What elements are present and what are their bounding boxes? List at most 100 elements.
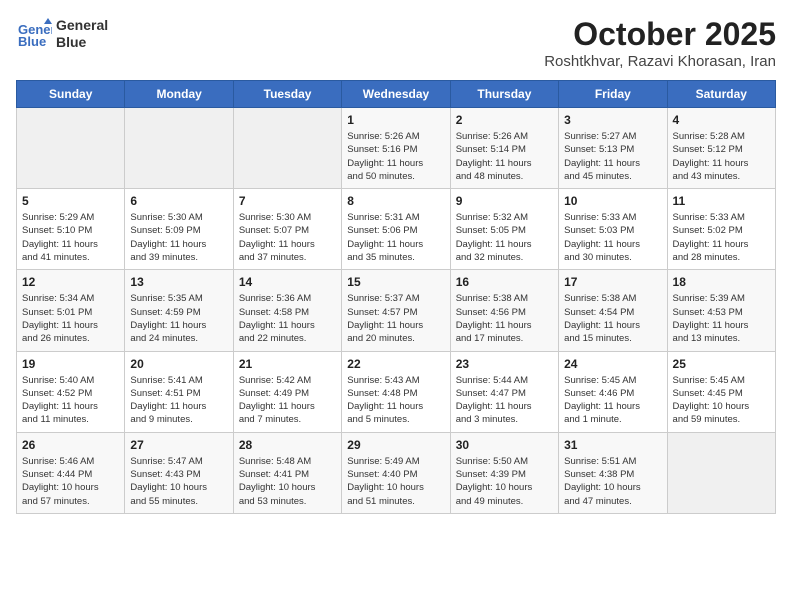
calendar-cell: 9 Sunrise: 5:32 AM Sunset: 5:05 PM Daylig… bbox=[450, 189, 558, 270]
day-number: 7 bbox=[239, 194, 336, 208]
day-info: Sunrise: 5:26 AM Sunset: 5:14 PM Dayligh… bbox=[456, 130, 553, 183]
calendar-cell bbox=[17, 108, 125, 189]
logo-line2: Blue bbox=[56, 34, 108, 51]
day-number: 2 bbox=[456, 113, 553, 127]
calendar-cell bbox=[233, 108, 341, 189]
weekday-header-friday: Friday bbox=[559, 81, 667, 108]
month-title: October 2025 bbox=[544, 16, 776, 53]
calendar-week-row: 1Sunrise: 5:26 AM Sunset: 5:16 PM Daylig… bbox=[17, 108, 776, 189]
calendar-cell: 1Sunrise: 5:26 AM Sunset: 5:16 PM Daylig… bbox=[342, 108, 450, 189]
day-info: Sunrise: 5:39 AM Sunset: 4:53 PM Dayligh… bbox=[673, 292, 770, 345]
day-number: 12 bbox=[22, 275, 119, 289]
calendar-cell: 25 Sunrise: 5:45 AM Sunset: 4:45 PM Dayli… bbox=[667, 351, 775, 432]
location-subtitle: Roshtkhvar, Razavi Khorasan, Iran bbox=[544, 53, 776, 70]
day-info: Sunrise: 5:38 AM Sunset: 4:54 PM Dayligh… bbox=[564, 292, 661, 345]
day-info: Sunrise: 5:45 AM Sunset: 4:46 PM Dayligh… bbox=[564, 374, 661, 427]
day-info: Sunrise: 5:35 AM Sunset: 4:59 PM Dayligh… bbox=[130, 292, 227, 345]
day-number: 9 bbox=[456, 194, 553, 208]
day-info: Sunrise: 5:46 AM Sunset: 4:44 PM Dayligh… bbox=[22, 455, 119, 508]
day-info: Sunrise: 5:30 AM Sunset: 5:07 PM Dayligh… bbox=[239, 211, 336, 264]
calendar-cell: 18 Sunrise: 5:39 AM Sunset: 4:53 PM Dayli… bbox=[667, 270, 775, 351]
calendar-cell: 29 Sunrise: 5:49 AM Sunset: 4:40 PM Dayli… bbox=[342, 432, 450, 513]
calendar-week-row: 12Sunrise: 5:34 AM Sunset: 5:01 PM Dayli… bbox=[17, 270, 776, 351]
day-info: Sunrise: 5:40 AM Sunset: 4:52 PM Dayligh… bbox=[22, 374, 119, 427]
day-info: Sunrise: 5:26 AM Sunset: 5:16 PM Dayligh… bbox=[347, 130, 444, 183]
calendar-cell: 10Sunrise: 5:33 AM Sunset: 5:03 PM Dayli… bbox=[559, 189, 667, 270]
day-number: 14 bbox=[239, 275, 336, 289]
calendar-cell: 2 Sunrise: 5:26 AM Sunset: 5:14 PM Daylig… bbox=[450, 108, 558, 189]
calendar-cell: 16 Sunrise: 5:38 AM Sunset: 4:56 PM Dayli… bbox=[450, 270, 558, 351]
day-number: 10 bbox=[564, 194, 661, 208]
day-info: Sunrise: 5:47 AM Sunset: 4:43 PM Dayligh… bbox=[130, 455, 227, 508]
day-number: 17 bbox=[564, 275, 661, 289]
calendar-week-row: 5Sunrise: 5:29 AM Sunset: 5:10 PM Daylig… bbox=[17, 189, 776, 270]
calendar-cell: 3 Sunrise: 5:27 AM Sunset: 5:13 PM Daylig… bbox=[559, 108, 667, 189]
day-info: Sunrise: 5:49 AM Sunset: 4:40 PM Dayligh… bbox=[347, 455, 444, 508]
day-info: Sunrise: 5:50 AM Sunset: 4:39 PM Dayligh… bbox=[456, 455, 553, 508]
calendar-cell bbox=[667, 432, 775, 513]
day-number: 15 bbox=[347, 275, 444, 289]
calendar-cell: 5Sunrise: 5:29 AM Sunset: 5:10 PM Daylig… bbox=[17, 189, 125, 270]
page-header: General Blue General Blue October 2025 R… bbox=[16, 16, 776, 70]
day-info: Sunrise: 5:32 AM Sunset: 5:05 PM Dayligh… bbox=[456, 211, 553, 264]
day-info: Sunrise: 5:48 AM Sunset: 4:41 PM Dayligh… bbox=[239, 455, 336, 508]
weekday-header-thursday: Thursday bbox=[450, 81, 558, 108]
day-number: 23 bbox=[456, 357, 553, 371]
day-number: 19 bbox=[22, 357, 119, 371]
day-info: Sunrise: 5:51 AM Sunset: 4:38 PM Dayligh… bbox=[564, 455, 661, 508]
day-number: 31 bbox=[564, 438, 661, 452]
day-info: Sunrise: 5:31 AM Sunset: 5:06 PM Dayligh… bbox=[347, 211, 444, 264]
day-info: Sunrise: 5:36 AM Sunset: 4:58 PM Dayligh… bbox=[239, 292, 336, 345]
calendar-cell: 27 Sunrise: 5:47 AM Sunset: 4:43 PM Dayli… bbox=[125, 432, 233, 513]
calendar-cell: 6Sunrise: 5:30 AM Sunset: 5:09 PM Daylig… bbox=[125, 189, 233, 270]
calendar-cell: 8 Sunrise: 5:31 AM Sunset: 5:06 PM Daylig… bbox=[342, 189, 450, 270]
calendar-cell: 28Sunrise: 5:48 AM Sunset: 4:41 PM Dayli… bbox=[233, 432, 341, 513]
logo: General Blue General Blue bbox=[16, 16, 108, 52]
calendar-cell: 22 Sunrise: 5:43 AM Sunset: 4:48 PM Dayli… bbox=[342, 351, 450, 432]
calendar-cell: 13 Sunrise: 5:35 AM Sunset: 4:59 PM Dayli… bbox=[125, 270, 233, 351]
day-number: 21 bbox=[239, 357, 336, 371]
day-info: Sunrise: 5:28 AM Sunset: 5:12 PM Dayligh… bbox=[673, 130, 770, 183]
day-info: Sunrise: 5:41 AM Sunset: 4:51 PM Dayligh… bbox=[130, 374, 227, 427]
day-number: 26 bbox=[22, 438, 119, 452]
calendar-cell: 11Sunrise: 5:33 AM Sunset: 5:02 PM Dayli… bbox=[667, 189, 775, 270]
weekday-header-sunday: Sunday bbox=[17, 81, 125, 108]
calendar-cell: 19 Sunrise: 5:40 AM Sunset: 4:52 PM Dayli… bbox=[17, 351, 125, 432]
day-number: 3 bbox=[564, 113, 661, 127]
day-info: Sunrise: 5:27 AM Sunset: 5:13 PM Dayligh… bbox=[564, 130, 661, 183]
calendar-cell: 31 Sunrise: 5:51 AM Sunset: 4:38 PM Dayli… bbox=[559, 432, 667, 513]
day-number: 16 bbox=[456, 275, 553, 289]
title-block: October 2025 Roshtkhvar, Razavi Khorasan… bbox=[544, 16, 776, 70]
day-info: Sunrise: 5:45 AM Sunset: 4:45 PM Dayligh… bbox=[673, 374, 770, 427]
day-info: Sunrise: 5:30 AM Sunset: 5:09 PM Dayligh… bbox=[130, 211, 227, 264]
calendar-cell: 17 Sunrise: 5:38 AM Sunset: 4:54 PM Dayli… bbox=[559, 270, 667, 351]
day-info: Sunrise: 5:38 AM Sunset: 4:56 PM Dayligh… bbox=[456, 292, 553, 345]
weekday-header-row: SundayMondayTuesdayWednesdayThursdayFrid… bbox=[17, 81, 776, 108]
calendar-cell: 4Sunrise: 5:28 AM Sunset: 5:12 PM Daylig… bbox=[667, 108, 775, 189]
weekday-header-wednesday: Wednesday bbox=[342, 81, 450, 108]
calendar-cell: 14 Sunrise: 5:36 AM Sunset: 4:58 PM Dayli… bbox=[233, 270, 341, 351]
day-number: 13 bbox=[130, 275, 227, 289]
day-number: 18 bbox=[673, 275, 770, 289]
day-number: 27 bbox=[130, 438, 227, 452]
calendar-cell: 12Sunrise: 5:34 AM Sunset: 5:01 PM Dayli… bbox=[17, 270, 125, 351]
day-number: 29 bbox=[347, 438, 444, 452]
day-number: 8 bbox=[347, 194, 444, 208]
calendar-week-row: 19 Sunrise: 5:40 AM Sunset: 4:52 PM Dayli… bbox=[17, 351, 776, 432]
day-info: Sunrise: 5:43 AM Sunset: 4:48 PM Dayligh… bbox=[347, 374, 444, 427]
day-number: 22 bbox=[347, 357, 444, 371]
weekday-header-monday: Monday bbox=[125, 81, 233, 108]
calendar-cell bbox=[125, 108, 233, 189]
day-number: 24 bbox=[564, 357, 661, 371]
weekday-header-saturday: Saturday bbox=[667, 81, 775, 108]
calendar-cell: 23Sunrise: 5:44 AM Sunset: 4:47 PM Dayli… bbox=[450, 351, 558, 432]
weekday-header-tuesday: Tuesday bbox=[233, 81, 341, 108]
day-number: 25 bbox=[673, 357, 770, 371]
calendar-cell: 20Sunrise: 5:41 AM Sunset: 4:51 PM Dayli… bbox=[125, 351, 233, 432]
calendar-cell: 30Sunrise: 5:50 AM Sunset: 4:39 PM Dayli… bbox=[450, 432, 558, 513]
calendar-table: SundayMondayTuesdayWednesdayThursdayFrid… bbox=[16, 80, 776, 514]
logo-icon: General Blue bbox=[16, 16, 52, 52]
calendar-cell: 26 Sunrise: 5:46 AM Sunset: 4:44 PM Dayli… bbox=[17, 432, 125, 513]
calendar-cell: 15Sunrise: 5:37 AM Sunset: 4:57 PM Dayli… bbox=[342, 270, 450, 351]
day-info: Sunrise: 5:33 AM Sunset: 5:02 PM Dayligh… bbox=[673, 211, 770, 264]
